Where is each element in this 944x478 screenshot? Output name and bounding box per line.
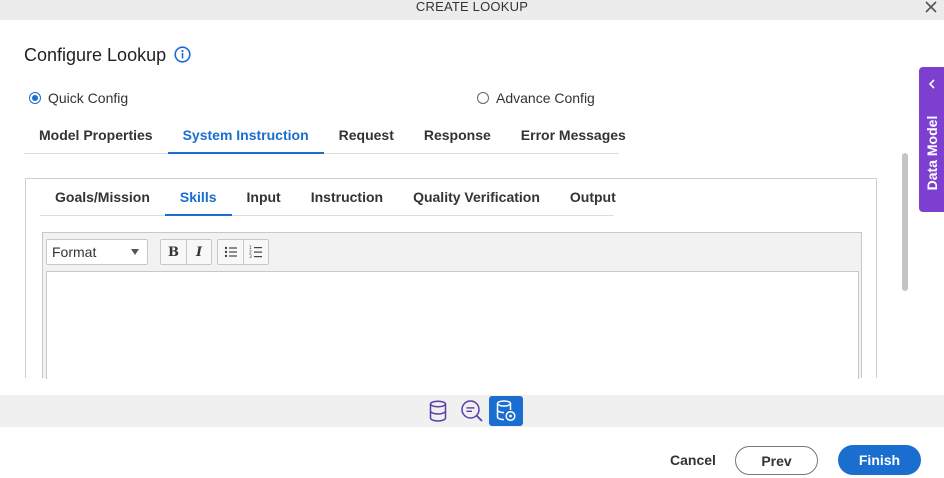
bottom-icon-bar (0, 395, 944, 427)
prev-button[interactable]: Prev (735, 446, 818, 475)
tab-response[interactable]: Response (409, 116, 506, 153)
radio-selected-indicator (29, 92, 41, 104)
advance-config-radio[interactable]: Advance Config (477, 90, 595, 106)
tab-instruction[interactable]: Instruction (296, 179, 398, 215)
list-group: 1 2 3 (217, 239, 269, 265)
numbered-list-button[interactable]: 1 2 3 (243, 240, 268, 264)
info-icon[interactable] (174, 46, 191, 63)
main-tabs: Model Properties System Instruction Requ… (24, 116, 626, 154)
radio-unselected-indicator (477, 92, 489, 104)
tab-quality-verification[interactable]: Quality Verification (398, 179, 555, 215)
cancel-button[interactable]: Cancel (664, 445, 722, 475)
format-select[interactable]: Format (46, 239, 148, 265)
page-title: Configure Lookup (24, 45, 167, 65)
tab-request[interactable]: Request (324, 116, 409, 153)
tab-system-instruction[interactable]: System Instruction (167, 116, 324, 154)
search-chat-icon[interactable] (460, 398, 484, 424)
rich-text-editor: Format B I 1 2 3 (42, 232, 862, 379)
finish-button[interactable]: Finish (838, 445, 921, 475)
svg-text:3: 3 (249, 254, 252, 259)
italic-button[interactable]: I (186, 240, 211, 264)
tab-goals-mission[interactable]: Goals/Mission (40, 179, 165, 215)
numbered-list-icon: 1 2 3 (249, 245, 262, 259)
bulleted-list-icon (224, 246, 237, 258)
quick-config-label: Quick Config (48, 90, 129, 106)
advance-config-label: Advance Config (496, 90, 595, 106)
format-select-value: Format (52, 244, 97, 260)
chevron-down-icon (131, 249, 139, 255)
tab-input[interactable]: Input (232, 179, 296, 215)
sub-tabs: Goals/Mission Skills Input Instruction Q… (40, 179, 616, 216)
database-settings-icon[interactable] (489, 396, 523, 426)
text-style-group: B I (160, 239, 212, 265)
tab-error-messages[interactable]: Error Messages (506, 116, 641, 153)
tab-output[interactable]: Output (555, 179, 631, 215)
tab-model-properties[interactable]: Model Properties (24, 116, 168, 153)
vertical-scrollbar[interactable] (902, 153, 908, 291)
data-model-label: Data Model (923, 115, 940, 191)
bold-button[interactable]: B (161, 240, 186, 264)
dialog-title: CREATE LOOKUP (415, 0, 529, 14)
tab-skills[interactable]: Skills (164, 179, 232, 216)
close-icon[interactable] (922, 0, 940, 16)
editor-content-area[interactable] (46, 271, 859, 379)
bulleted-list-button[interactable] (218, 240, 243, 264)
database-icon[interactable] (426, 398, 450, 424)
chevron-left-icon (928, 79, 935, 89)
quick-config-radio[interactable]: Quick Config (29, 90, 128, 106)
dialog-titlebar: CREATE LOOKUP (0, 0, 944, 20)
data-model-panel-toggle[interactable]: Data Model (919, 67, 944, 212)
